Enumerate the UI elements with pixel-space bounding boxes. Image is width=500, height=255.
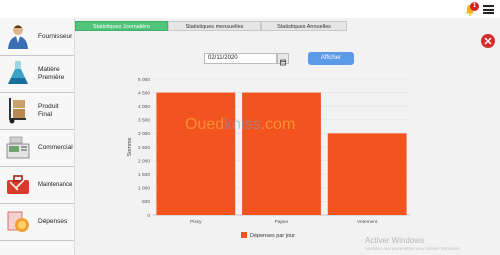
sidebar-item-produit-final[interactable]: Produit Final [0,92,74,130]
y-tick-label: 3 500 [138,118,150,124]
top-bar: 1 [0,0,500,18]
y-tick-label: 2 500 [138,145,150,151]
sidebar-item-label: Fournisseur [38,32,73,40]
sidebar-item-label: Dépenses [38,217,68,225]
afficher-button[interactable]: Afficher [308,52,354,65]
calendar-icon [280,59,286,66]
y-tick-label: 1 000 [138,186,150,192]
sidebar-item-label: Produit Final [38,102,59,118]
calendar-button[interactable] [277,53,289,66]
windows-activation-subtitle: Accédez aux paramètres pour activer Wind… [365,246,461,251]
sidebar-item-matiere-premiere[interactable]: Matière Première [0,55,74,93]
y-tick-label: 4 500 [138,90,150,96]
close-icon [484,37,492,45]
bar [242,92,321,215]
y-tick-label: 2 000 [138,158,150,164]
x-tick-label: Vetement [357,219,378,225]
tab-statistiques-mensuelles[interactable]: Statistiques mensuelles [168,21,261,31]
sidebar-item-label: Maintenance [38,181,73,188]
cash-register-icon [6,136,30,159]
sidebar: Fournisseur Matière Première Produit Fin… [0,18,75,255]
toolbox-icon [7,175,29,194]
y-tick-label: 0 [147,213,150,219]
expenses-icon [7,211,29,232]
legend-swatch [241,232,247,238]
x-tick-label: Papier [275,219,289,225]
sidebar-item-fournisseur[interactable]: Fournisseur [0,18,74,56]
windows-activation-title: Activer Windows [365,236,425,245]
y-tick-label: 4 000 [138,104,150,110]
hamburger-icon[interactable] [483,5,494,14]
date-input[interactable]: 02/11/2020 [204,53,277,64]
supplier-person-icon [8,25,28,49]
sidebar-item-depenses[interactable]: Dépenses [0,203,74,241]
sidebar-item-commercial[interactable]: Commercial [0,129,74,167]
bar [327,133,407,215]
y-tick-label: 500 [142,199,150,205]
close-button[interactable] [481,34,495,48]
hand-truck-icon [9,98,26,124]
flask-icon [8,61,28,84]
x-tick-label: Pissy [190,219,202,225]
sidebar-item-maintenance[interactable]: Maintenance [0,166,74,204]
sidebar-item-label: Matière Première [38,65,65,81]
tab-bar: Statistiques Journalière Statistiques me… [75,21,347,31]
y-tick-label: 3 000 [138,131,150,137]
tab-statistiques-journaliere[interactable]: Statistiques Journalière [75,21,168,31]
notification-badge: 1 [470,2,479,11]
tab-statistiques-annuelles[interactable]: Statistiques Annuelles [261,21,347,31]
y-axis-label: Somme [127,138,133,157]
bar [156,92,236,215]
y-tick-label: 1 500 [138,172,150,178]
watermark: Ouedkniss.com [185,116,296,133]
sidebar-item-label: Commercial [38,143,73,151]
legend-label: Dépenses par jour [250,233,295,239]
bar-chart: 0 500 1 000 1 500 2 000 2 500 3 000 3 500 4 000 4… [127,77,410,239]
y-tick-label: 5 000 [138,77,150,83]
